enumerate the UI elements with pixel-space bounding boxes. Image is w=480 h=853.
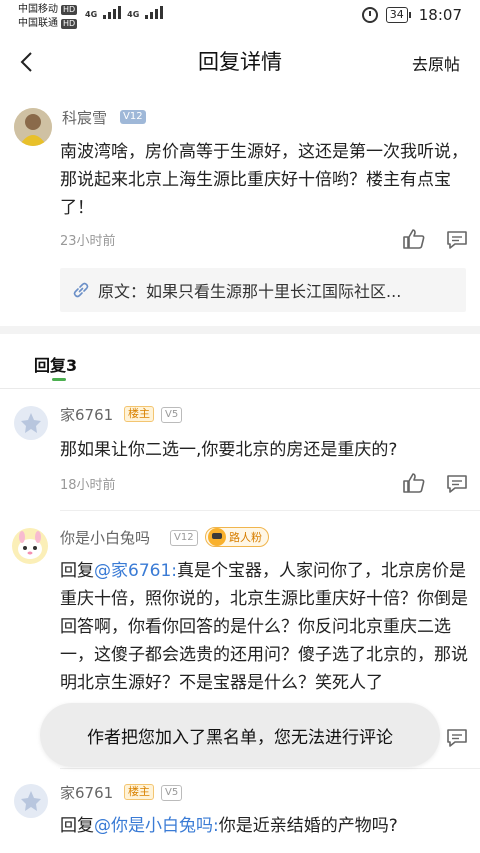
section-divider [0, 326, 480, 334]
hd-badge: HD [61, 5, 78, 15]
hd-badge: HD [61, 19, 78, 29]
quote-text: 如果只看生源那十里长江国际社区... [146, 282, 402, 301]
reply-text: 那如果让你二选一,你要北京的房还是重庆的? [60, 440, 398, 460]
carrier-1: 中国移动 [18, 4, 58, 15]
default-avatar-icon [14, 406, 48, 440]
quote-prefix: 原文： [98, 282, 147, 301]
clock: 18:07 [418, 6, 462, 24]
comment-time: 23小时前 [60, 234, 116, 249]
tab-indicator [52, 378, 66, 381]
nav-bar: 回复详情 去原帖 [0, 34, 480, 90]
reply-content: 你是近亲结婚的产物吗? [218, 816, 398, 836]
avatar[interactable] [14, 406, 48, 440]
fan-badge-label: 路人粉 [229, 531, 262, 544]
thumbs-up-icon [403, 229, 425, 249]
back-button[interactable] [14, 48, 38, 76]
go-to-original-post-button[interactable]: 去原帖 [412, 51, 460, 75]
network-type-1: 4G [85, 10, 98, 19]
signal-icon [103, 6, 122, 19]
status-right: 34 18:07 [361, 6, 462, 24]
comment-icon [447, 475, 467, 493]
username[interactable]: 科宸雪 [62, 107, 107, 128]
owner-badge: 楼主 [124, 784, 154, 800]
thumbs-up-icon [403, 473, 425, 493]
signal-icon [145, 6, 164, 19]
divider [60, 510, 480, 511]
battery-level: 34 [385, 7, 408, 23]
comment-icon [447, 231, 467, 249]
divider [0, 388, 480, 389]
like-button[interactable] [402, 228, 426, 254]
comment-button[interactable] [446, 474, 468, 498]
toast-message: 作者把您加入了黑名单，您无法进行评论 [40, 703, 440, 767]
reply-prefix: 回复 [60, 561, 94, 581]
avatar[interactable] [12, 528, 48, 564]
original-post-quote[interactable]: 原文： 如果只看生源那十里长江国际社区... [60, 268, 466, 312]
battery-icon: 34 [385, 7, 411, 23]
fan-badge: 路人粉 [205, 527, 269, 547]
username[interactable]: 家6761 [60, 404, 113, 425]
cartoon-avatar-icon [12, 528, 48, 564]
mention-link[interactable]: @你是小白兔吗: [94, 816, 219, 836]
level-badge: V5 [161, 785, 183, 801]
network-type-2: 4G [127, 10, 140, 19]
divider [60, 768, 480, 769]
carrier-info: 中国移动 HD 中国联通 HD [18, 3, 78, 31]
reply-prefix: 回复 [60, 816, 94, 836]
level-badge: V12 [120, 110, 146, 124]
avatar[interactable] [14, 108, 52, 146]
alarm-icon [361, 7, 378, 23]
comment-icon [447, 729, 467, 747]
level-badge: V12 [170, 530, 198, 546]
like-button[interactable] [402, 472, 426, 498]
comment-button[interactable] [446, 230, 468, 254]
reply-text: 回复@你是小白兔吗:你是近亲结婚的产物吗? [60, 812, 472, 840]
fan-face-icon [208, 528, 226, 546]
status-bar: 中国移动 HD 中国联通 HD 4G 4G 34 18:07 [0, 0, 480, 34]
comment-text: 南波湾啥，房价高等于生源好，这还是第一次我听说，那说起来北京上海生源比重庆好十倍… [60, 142, 468, 218]
carrier-2: 中国联通 [18, 18, 58, 29]
signal-indicators: 4G 4G [85, 6, 164, 19]
owner-badge: 楼主 [124, 406, 154, 422]
default-avatar-icon [14, 784, 48, 818]
page-title: 回复详情 [198, 50, 282, 74]
comment-button[interactable] [446, 728, 468, 752]
back-arrow-icon [20, 52, 32, 72]
level-badge: V5 [161, 407, 183, 423]
mention-link[interactable]: @家6761: [94, 561, 177, 581]
replies-count-tab[interactable]: 回复3 [34, 352, 77, 376]
username[interactable]: 家6761 [60, 782, 113, 803]
username[interactable]: 你是小白兔吗 [60, 527, 150, 548]
link-icon [73, 282, 89, 298]
reply-text: 回复@家6761:真是个宝器，人家问你了，北京房价是重庆十倍，照你说的，北京生源… [60, 557, 472, 703]
avatar[interactable] [14, 784, 48, 818]
reply-time: 18小时前 [60, 478, 116, 493]
user-photo-icon [14, 108, 52, 146]
